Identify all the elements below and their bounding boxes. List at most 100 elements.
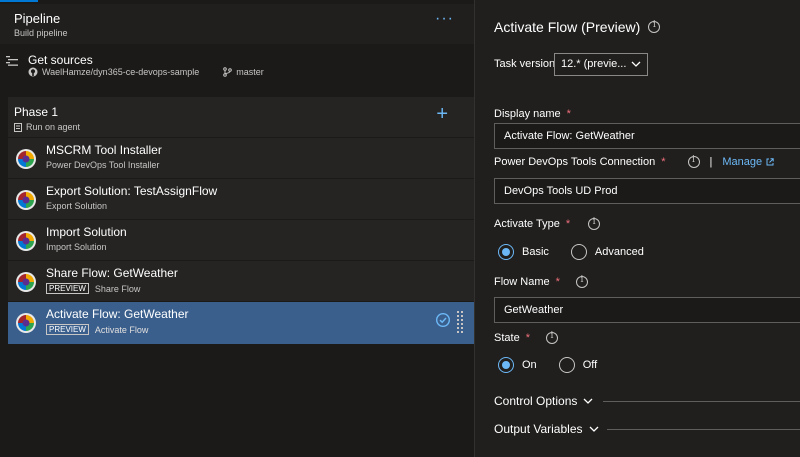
enabled-check-icon[interactable] — [436, 313, 450, 327]
phase-title: Phase 1 — [14, 105, 59, 119]
activate-type-radio-group: Basic Advanced — [498, 244, 658, 260]
get-sources-row[interactable]: Get sources WaelHamze/dyn365-ce-devops-s… — [0, 46, 474, 94]
task-item[interactable]: Export Solution: TestAssignFlow Export S… — [8, 178, 474, 219]
task-name: MSCRM Tool Installer — [46, 143, 162, 157]
pipeline-title: Pipeline — [14, 11, 61, 26]
task-subtitle: PREVIEW Activate Flow — [46, 324, 148, 335]
task-type: Power DevOps Tool Installer — [46, 160, 160, 170]
chevron-down-icon — [631, 61, 641, 67]
sources-list-icon — [6, 56, 18, 66]
flow-name-input[interactable]: GetWeather — [494, 297, 800, 323]
task-details-title: Activate Flow (Preview) — [494, 19, 661, 35]
flow-name-label: Flow Name * — [494, 275, 588, 288]
task-version-value: 12.* (previe... — [561, 58, 627, 70]
power-devops-logo-icon — [16, 272, 36, 292]
task-details-panel: Activate Flow (Preview) Task version 12.… — [474, 0, 800, 457]
output-variables-label: Output Variables — [494, 422, 583, 436]
active-tab-indicator — [0, 0, 38, 2]
add-task-button[interactable]: + — [436, 104, 448, 124]
agent-icon — [14, 122, 22, 132]
required-mark: * — [525, 332, 530, 344]
repo-name: WaelHamze/dyn365-ce-devops-sample — [42, 67, 200, 77]
more-options-button[interactable]: ··· — [435, 10, 454, 28]
control-options-section[interactable]: Control Options — [494, 394, 593, 408]
state-off-radio[interactable] — [558, 357, 575, 373]
activate-type-basic-radio[interactable] — [498, 244, 514, 260]
task-version-label: Task version — [494, 58, 556, 70]
activate-type-basic-label: Basic — [522, 246, 549, 258]
connection-label: Power DevOps Tools Connection * | Manage — [494, 155, 774, 168]
task-subtitle: Export Solution — [46, 201, 107, 211]
info-icon[interactable] — [588, 217, 601, 230]
state-on-label: On — [522, 359, 537, 371]
info-icon[interactable] — [545, 331, 558, 344]
connection-select[interactable]: DevOps Tools UD Prod — [494, 178, 800, 204]
required-mark: * — [661, 156, 666, 168]
activate-type-advanced-radio[interactable] — [570, 244, 587, 260]
activate-type-label: Activate Type * — [494, 217, 601, 230]
pipeline-subtitle: Build pipeline — [14, 28, 68, 38]
get-sources-title: Get sources — [28, 53, 93, 67]
task-subtitle: PREVIEW Share Flow — [46, 283, 140, 294]
output-variables-section[interactable]: Output Variables — [494, 422, 599, 436]
phase-row[interactable]: Phase 1 Run on agent + — [8, 97, 474, 137]
power-devops-logo-icon — [16, 190, 36, 210]
section-divider — [607, 429, 800, 430]
pipeline-header[interactable]: Pipeline Build pipeline ··· — [0, 4, 474, 44]
task-version-select[interactable]: 12.* (previe... — [554, 53, 648, 76]
drag-handle-icon[interactable] — [457, 311, 463, 333]
power-devops-logo-icon — [16, 313, 36, 333]
state-label: State * — [494, 331, 558, 344]
state-on-radio[interactable] — [498, 357, 514, 373]
pipeline-panel: Pipeline Build pipeline ··· Get sources … — [0, 0, 474, 457]
flow-name-label-text: Flow Name — [494, 276, 550, 288]
external-link-icon — [766, 158, 774, 166]
task-name: Export Solution: TestAssignFlow — [46, 184, 218, 198]
branch-name: master — [236, 67, 264, 77]
connection-label-text: Power DevOps Tools Connection — [494, 156, 656, 168]
info-icon[interactable] — [575, 275, 588, 288]
activate-type-label-text: Activate Type — [494, 218, 560, 230]
required-mark: * — [565, 218, 571, 230]
display-name-input[interactable]: Activate Flow: GetWeather — [494, 123, 800, 149]
power-devops-logo-icon — [16, 149, 36, 169]
branch: master — [223, 67, 264, 77]
sources-meta: WaelHamze/dyn365-ce-devops-sample master — [28, 67, 264, 77]
branch-icon — [223, 67, 233, 77]
task-subtitle: Power DevOps Tool Installer — [46, 160, 159, 170]
display-name-label: Display name * — [494, 108, 571, 120]
state-label-text: State — [494, 332, 520, 344]
preview-badge: PREVIEW — [46, 324, 89, 335]
chevron-down-icon — [583, 398, 593, 404]
task-item[interactable]: MSCRM Tool Installer Power DevOps Tool I… — [8, 137, 474, 178]
task-type: Share Flow — [94, 283, 141, 294]
phase-subtitle: Run on agent — [14, 122, 474, 132]
required-mark: * — [555, 276, 560, 288]
info-icon[interactable] — [687, 155, 700, 168]
section-divider — [603, 401, 800, 402]
task-type: Activate Flow — [94, 324, 149, 335]
power-devops-logo-icon — [16, 231, 36, 251]
display-name-label-text: Display name — [494, 108, 561, 120]
preview-badge: PREVIEW — [46, 283, 89, 294]
info-icon[interactable] — [648, 20, 661, 33]
activate-type-advanced-label: Advanced — [594, 246, 644, 258]
task-name: Activate Flow: GetWeather — [46, 307, 189, 321]
separator: | — [709, 156, 713, 168]
manage-link-text: Manage — [722, 156, 763, 168]
github-icon — [28, 67, 38, 77]
task-item-selected[interactable]: Activate Flow: GetWeather PREVIEW Activa… — [8, 301, 474, 344]
chevron-down-icon — [589, 426, 598, 432]
required-mark: * — [566, 108, 571, 120]
task-details-title-text: Activate Flow (Preview) — [494, 19, 641, 35]
control-options-label: Control Options — [494, 394, 578, 408]
task-type: Export Solution — [46, 201, 108, 211]
task-name: Share Flow: GetWeather — [46, 266, 178, 280]
task-type: Import Solution — [46, 242, 107, 252]
pipeline-editor: Pipeline Build pipeline ··· Get sources … — [0, 0, 800, 457]
state-radio-group: On Off — [498, 357, 611, 373]
manage-link[interactable]: Manage — [722, 156, 774, 168]
state-off-label: Off — [582, 359, 598, 371]
task-item[interactable]: Import Solution Import Solution — [8, 219, 474, 260]
task-item[interactable]: Share Flow: GetWeather PREVIEW Share Flo… — [8, 260, 474, 301]
